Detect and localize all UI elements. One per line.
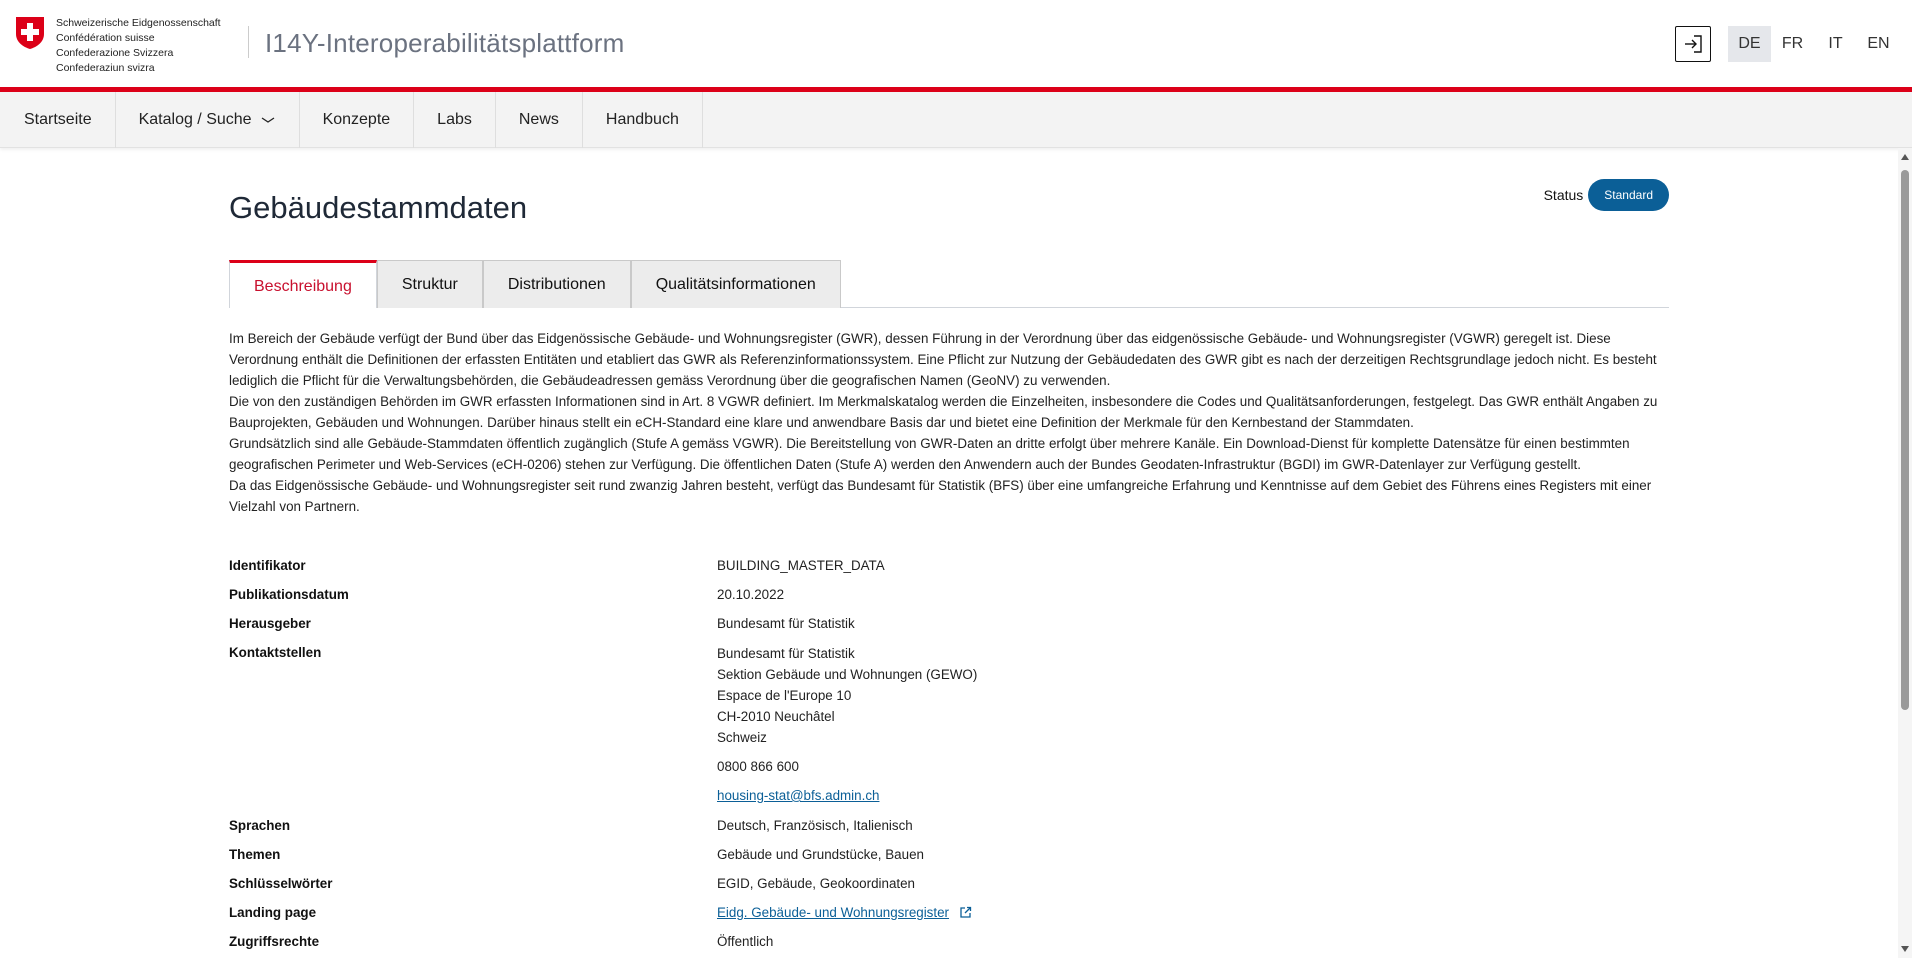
external-link-icon[interactable] <box>959 906 972 919</box>
lang-en[interactable]: EN <box>1857 26 1900 62</box>
status-label: Status <box>1543 187 1584 203</box>
logo-line-rm: Confederaziun svizra <box>56 62 155 74</box>
scroll-up-arrow-icon[interactable] <box>1901 154 1909 160</box>
lang-de[interactable]: DE <box>1728 26 1771 62</box>
meta-key: Publikationsdatum <box>229 587 349 602</box>
contact-email-link[interactable]: housing-stat@bfs.admin.ch <box>717 788 879 803</box>
nav-startseite[interactable]: Startseite <box>0 92 116 148</box>
nav-konzepte[interactable]: Konzepte <box>300 92 415 148</box>
meta-row-herausgeber: Herausgeber Bundesamt für Statistik <box>229 614 1669 633</box>
contact-section: Sektion Gebäude und Wohnungen (GEWO) <box>717 667 978 682</box>
contact-phone: 0800 866 600 <box>717 759 799 774</box>
nav-label: Konzepte <box>322 111 391 128</box>
scrollbar-thumb[interactable] <box>1901 170 1909 710</box>
meta-row-sprachen: Sprachen Deutsch, Französisch, Italienis… <box>229 816 1669 835</box>
meta-key: Landing page <box>229 905 317 920</box>
meta-key: Zugriffsrechte <box>229 934 320 949</box>
login-button[interactable] <box>1675 26 1711 62</box>
nav-label: Labs <box>437 111 472 128</box>
nav-news[interactable]: News <box>496 92 583 148</box>
meta-value: Öffentlich <box>717 934 774 949</box>
description-paragraph: Grundsätzlich sind alle Gebäude-Stammdat… <box>229 436 1630 472</box>
meta-row-schluesselwoerter: Schlüsselwörter EGID, Gebäude, Geokoordi… <box>229 874 1669 893</box>
meta-value: 20.10.2022 <box>717 587 785 602</box>
meta-value: Eidg. Gebäude- und Wohnungsregister <box>717 903 1669 922</box>
meta-row-kontaktstellen: Kontaktstellen Bundesamt für Statistik S… <box>229 643 1669 806</box>
landing-page-link[interactable]: Eidg. Gebäude- und Wohnungsregister <box>717 905 949 920</box>
meta-row-zugriffsrechte: Zugriffsrechte Öffentlich <box>229 932 1669 951</box>
logo-text: Schweizerische Eidgenossenschaft Confédé… <box>56 16 221 76</box>
meta-value: Gebäude und Grundstücke, Bauen <box>717 847 924 862</box>
tab-bar: Beschreibung Struktur Distributionen Qua… <box>229 260 1669 308</box>
contact-street: Espace de l'Europe 10 <box>717 688 852 703</box>
meta-key: Schlüsselwörter <box>229 876 333 891</box>
nav-katalog-suche[interactable]: Katalog / Suche <box>116 92 300 148</box>
description-paragraph: Die von den zuständigen Behörden im GWR … <box>229 394 1658 430</box>
meta-value: EGID, Gebäude, Geokoordinaten <box>717 876 916 891</box>
meta-row-identifikator: Identifikator BUILDING_MASTER_DATA <box>229 556 1669 575</box>
tab-qualitaetsinformationen[interactable]: Qualitätsinformationen <box>630 260 841 308</box>
description: Im Bereich der Gebäude verfügt der Bund … <box>229 328 1669 517</box>
chevron-down-icon <box>261 117 274 123</box>
swiss-confederation-logo[interactable]: Schweizerische Eidgenossenschaft Confédé… <box>15 16 221 76</box>
tab-beschreibung[interactable]: Beschreibung <box>229 260 377 308</box>
contact-org: Bundesamt für Statistik <box>717 646 855 661</box>
metadata-list: Identifikator BUILDING_MASTER_DATA Publi… <box>229 556 1669 958</box>
meta-key: Kontaktstellen <box>229 645 322 660</box>
main-navigation: Startseite Katalog / Suche Konzepte Labs… <box>0 92 1912 148</box>
contact-city: CH-2010 Neuchâtel <box>717 709 835 724</box>
tab-distributionen[interactable]: Distributionen <box>482 260 631 308</box>
nav-label: Katalog / Suche <box>138 111 252 128</box>
meta-value: BUILDING_MASTER_DATA <box>717 558 885 573</box>
meta-row-publikationsdatum: Publikationsdatum 20.10.2022 <box>229 585 1669 604</box>
site-header: Schweizerische Eidgenossenschaft Confédé… <box>0 0 1912 92</box>
language-switcher: DE FR IT EN <box>1728 26 1900 62</box>
nav-label: News <box>518 111 559 128</box>
page-title: Gebäudestammdaten <box>229 190 528 225</box>
meta-row-landing-page: Landing page Eidg. Gebäude- und Wohnungs… <box>229 903 1669 922</box>
meta-key: Herausgeber <box>229 616 311 631</box>
meta-value: Bundesamt für Statistik <box>717 616 855 631</box>
meta-value: Deutsch, Französisch, Italienisch <box>717 818 913 833</box>
meta-key: Sprachen <box>229 818 291 833</box>
meta-row-themen: Themen Gebäude und Grundstücke, Bauen <box>229 845 1669 864</box>
nav-label: Startseite <box>24 111 92 128</box>
meta-value-contact: Bundesamt für Statistik Sektion Gebäude … <box>717 643 1669 806</box>
description-paragraph: Im Bereich der Gebäude verfügt der Bund … <box>229 331 1657 388</box>
nav-label: Handbuch <box>605 111 679 128</box>
lang-fr[interactable]: FR <box>1771 26 1814 62</box>
status-badge: Standard <box>1588 179 1669 211</box>
lang-it[interactable]: IT <box>1814 26 1857 62</box>
swiss-crest-icon <box>16 17 44 49</box>
nav-handbuch[interactable]: Handbuch <box>583 92 703 148</box>
status: Status Standard <box>1544 179 1669 211</box>
description-paragraph: Da das Eidgenössische Gebäude- und Wohnu… <box>229 478 1652 514</box>
logo-line-it: Confederazione Svizzera <box>56 47 174 59</box>
tab-struktur[interactable]: Struktur <box>376 260 483 308</box>
header-divider <box>248 26 249 58</box>
contact-country: Schweiz <box>717 730 767 745</box>
logo-line-fr: Confédération suisse <box>56 32 155 44</box>
nav-labs[interactable]: Labs <box>414 92 496 148</box>
meta-key: Identifikator <box>229 558 306 573</box>
login-icon <box>1685 35 1702 53</box>
site-title[interactable]: I14Y-Interoperabilitätsplattform <box>265 28 625 59</box>
scroll-down-arrow-icon[interactable] <box>1901 946 1909 952</box>
logo-line-de: Schweizerische Eidgenossenschaft <box>56 17 221 29</box>
page-scrollbar[interactable] <box>1898 148 1912 958</box>
meta-key: Themen <box>229 847 281 862</box>
